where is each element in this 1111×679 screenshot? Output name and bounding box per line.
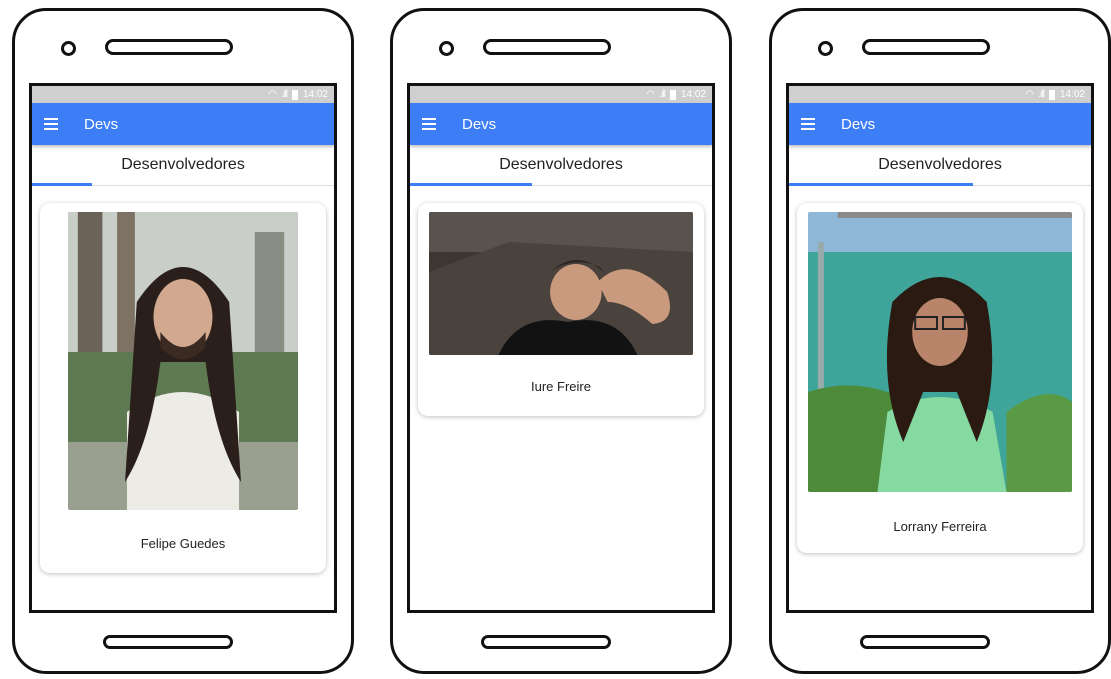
status-bar: ◠ .ıll 14:02: [410, 86, 712, 103]
phone-screen: ◠ .ıll 14:02 Devs Desenvolvedores: [29, 83, 337, 613]
tab-desenvolvedores[interactable]: Desenvolvedores: [878, 156, 1002, 174]
app-title: Devs: [841, 115, 876, 133]
status-time: 14:02: [1059, 89, 1085, 100]
developer-name: Lorrany Ferreira: [893, 519, 987, 534]
home-button[interactable]: [103, 635, 233, 649]
phone-screen: ◠ .ıll 14:02 Devs Desenvolvedores: [407, 83, 715, 613]
speaker-slot: [862, 39, 990, 55]
status-time: 14:02: [302, 89, 328, 100]
status-bar: ◠ .ıll 14:02: [789, 86, 1091, 103]
tab-indicator: [789, 183, 973, 186]
speaker-slot: [105, 39, 233, 55]
battery-icon: [669, 89, 676, 100]
wifi-icon: ◠: [646, 89, 655, 100]
speaker-slot: [483, 39, 611, 55]
battery-icon: [1048, 89, 1055, 100]
developer-card[interactable]: Felipe Guedes: [40, 203, 326, 573]
phone-frame-2: ◠ .ıll 14:02 Devs Desenvolvedores Iure F…: [390, 8, 732, 674]
wifi-icon: ◠: [268, 89, 277, 100]
tab-bar: Desenvolvedores: [789, 145, 1091, 186]
tab-desenvolvedores[interactable]: Desenvolvedores: [121, 156, 245, 174]
hamburger-menu-icon[interactable]: [422, 118, 436, 130]
developer-card[interactable]: Iure Freire: [418, 203, 704, 416]
app-bar: Devs: [410, 103, 712, 145]
tab-indicator: [410, 183, 532, 186]
hamburger-menu-icon[interactable]: [801, 118, 815, 130]
developer-name: Felipe Guedes: [140, 536, 226, 551]
app-title: Devs: [462, 115, 497, 133]
status-bar: ◠ .ıll 14:02: [32, 86, 334, 103]
battery-icon: [291, 89, 298, 100]
tab-bar: Desenvolvedores: [410, 145, 712, 186]
developer-name: Iure Freire: [531, 379, 591, 394]
wifi-icon: ◠: [1025, 89, 1034, 100]
developer-photo: [429, 212, 693, 355]
phone-frame-1: ◠ .ıll 14:02 Devs Desenvolvedores Felipe…: [12, 8, 354, 674]
home-button[interactable]: [860, 635, 990, 649]
status-time: 14:02: [680, 89, 706, 100]
signal-icon: .ıll: [1037, 89, 1045, 100]
developer-card[interactable]: Lorrany Ferreira: [797, 203, 1083, 553]
camera-icon: [818, 41, 833, 56]
signal-icon: .ıll: [658, 89, 666, 100]
developer-photo: [68, 212, 298, 510]
tab-bar: Desenvolvedores: [32, 145, 334, 186]
app-title: Devs: [84, 115, 119, 133]
app-bar: Devs: [789, 103, 1091, 145]
tab-desenvolvedores[interactable]: Desenvolvedores: [499, 156, 623, 174]
signal-icon: .ıll: [280, 89, 288, 100]
developer-photo: [808, 212, 1072, 492]
app-bar: Devs: [32, 103, 334, 145]
tab-indicator: [32, 183, 92, 186]
hamburger-menu-icon[interactable]: [44, 118, 58, 130]
camera-icon: [439, 41, 454, 56]
phone-frame-3: ◠ .ıll 14:02 Devs Desenvolvedores Lorran…: [769, 8, 1111, 674]
phone-screen: ◠ .ıll 14:02 Devs Desenvolvedores: [786, 83, 1094, 613]
home-button[interactable]: [481, 635, 611, 649]
camera-icon: [61, 41, 76, 56]
